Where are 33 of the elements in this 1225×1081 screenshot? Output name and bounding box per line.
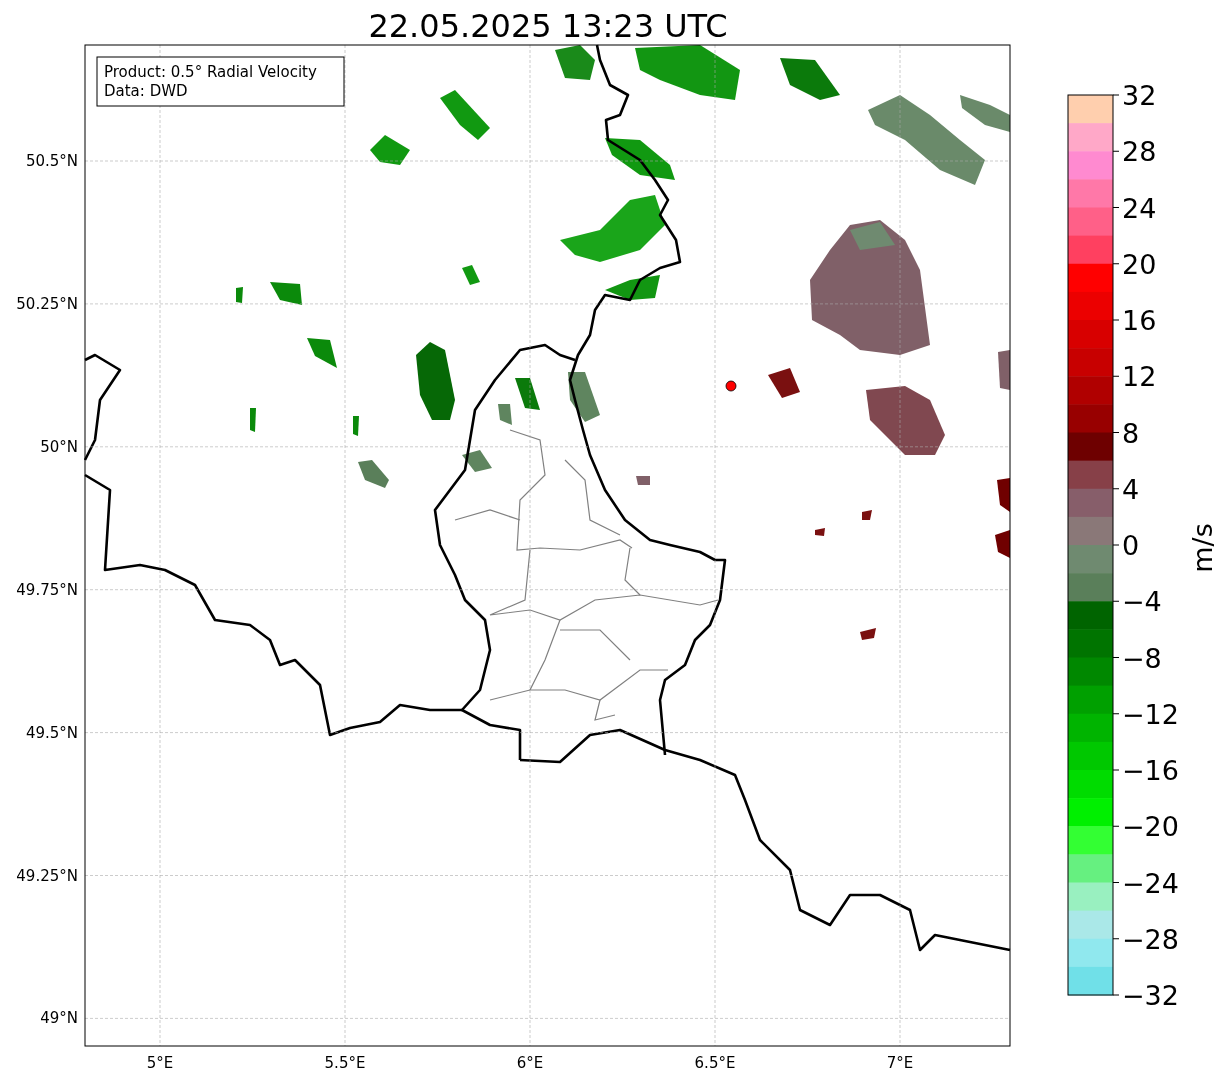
latitude-tick-label: 49.75°N [16,580,78,599]
colorbar-tick-label: −16 [1122,755,1179,786]
colorbar-tick-label: 4 [1122,473,1140,505]
colorbar-tick-label: −12 [1122,698,1179,730]
latitude-tick-label: 50.5°N [25,152,78,170]
colorbar-tick-label: 28 [1122,136,1157,168]
colorbar-tick-label: 20 [1122,248,1157,280]
latitude-tick-label: 50°N [40,437,78,456]
longitude-tick-label: 6.5°E [694,1054,736,1072]
colorbar-tick-label: −20 [1122,811,1179,843]
longitude-tick-label: 5.5°E [324,1054,366,1072]
colorbar-tick-label: 24 [1122,192,1157,224]
colorbar-label: m/s [1187,523,1218,573]
colorbar-tick-label: 16 [1122,305,1157,336]
latitude-tick-label: 49.25°N [16,866,78,885]
colorbar-tick-label: 0 [1122,530,1140,561]
colorbar-tick-label: −32 [1122,980,1179,1011]
longitude-tick-label: 6°E [516,1054,544,1072]
latitude-tick-label: 49°N [40,1009,78,1028]
longitude-tick-label: 7°E [886,1054,914,1072]
latitude-tick-label: 49.5°N [25,723,78,742]
chart-title: 22.05.2025 13:23 UTC [368,7,728,45]
latitude-tick-label: 50.25°N [16,294,78,313]
longitude-tick-label: 5°E [146,1054,174,1072]
colorbar-tick-label: 32 [1122,80,1157,111]
colorbar-tick-label: −28 [1122,923,1179,955]
colorbar-tick-label: 12 [1122,361,1157,393]
colorbar-tick-label: 8 [1122,417,1140,449]
colorbar-tick-label: −8 [1122,642,1162,674]
colorbar-tick-label: −4 [1122,586,1162,618]
colorbar-tick-label: −24 [1122,867,1179,899]
legend-text: Data: DWD [104,82,188,100]
legend-text: Product: 0.5° Radial Velocity [104,63,317,81]
